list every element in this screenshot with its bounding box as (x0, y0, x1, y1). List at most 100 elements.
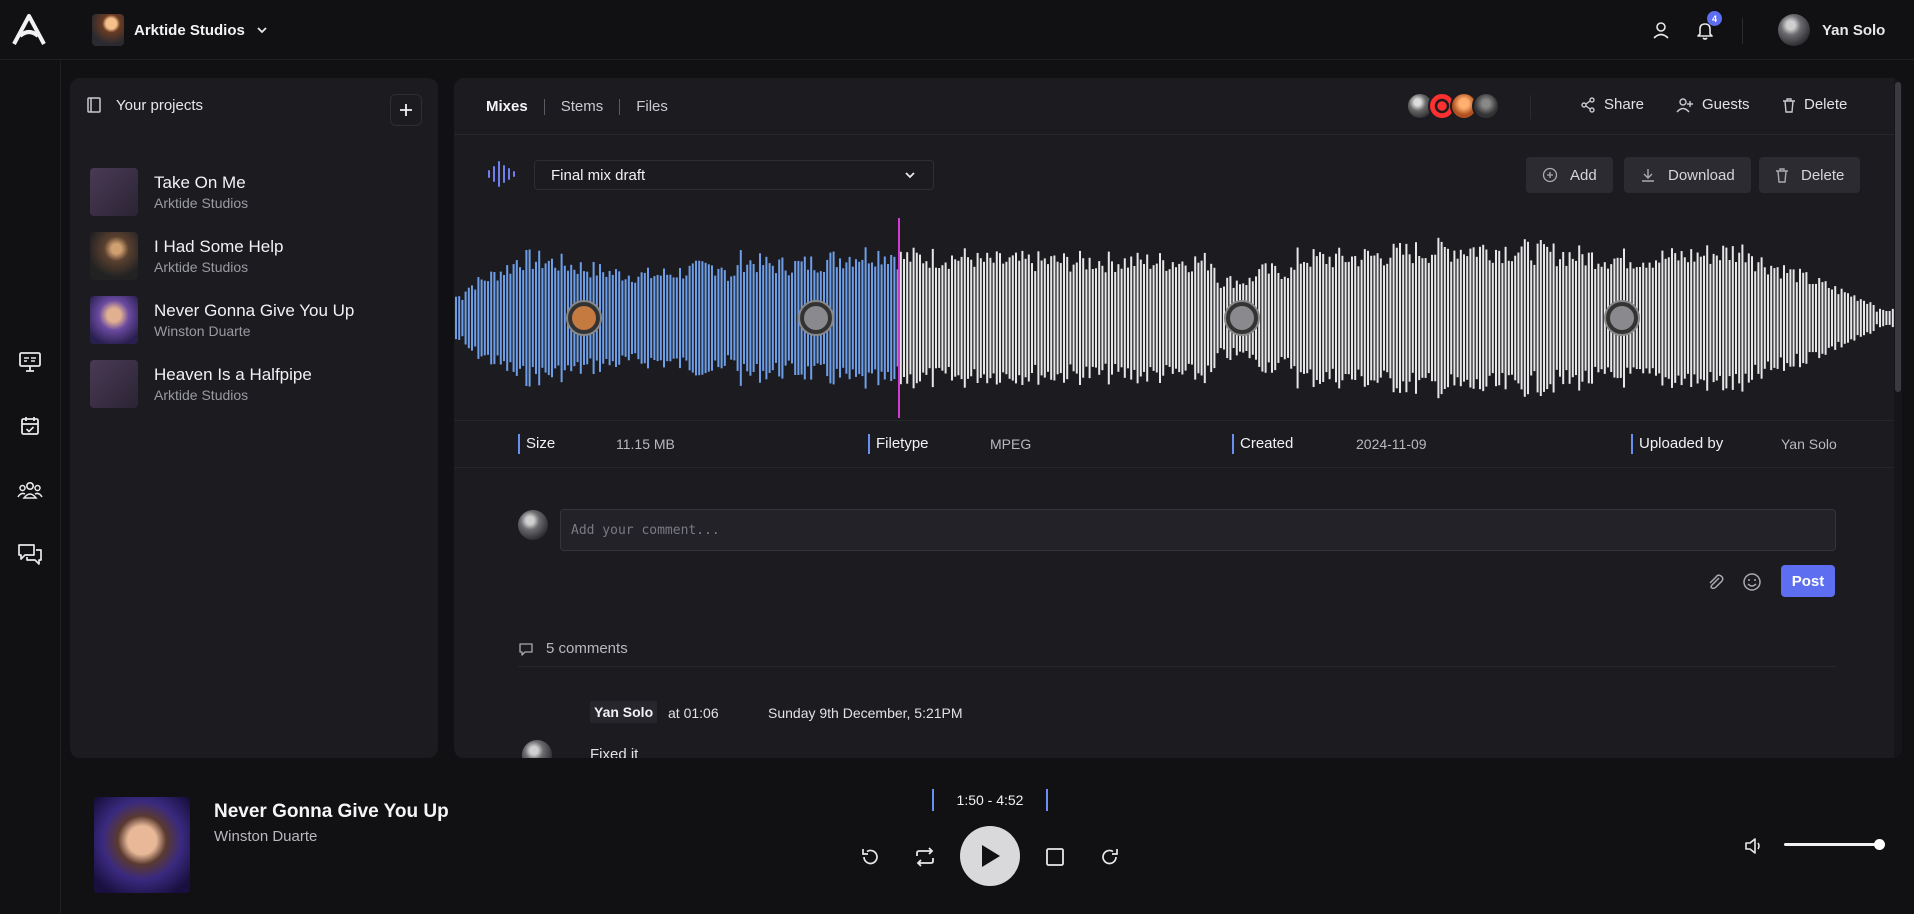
chat-icon[interactable] (16, 540, 44, 568)
waveform-bar (1834, 286, 1837, 350)
forward-icon[interactable] (1096, 843, 1124, 871)
project-item[interactable]: Heaven Is a Halfpipe Arktide Studios (90, 356, 420, 412)
attach-icon[interactable] (1703, 570, 1727, 594)
waveform-bar (765, 256, 768, 380)
waveform-bar (1066, 256, 1069, 380)
repeat-icon[interactable] (911, 843, 939, 871)
download-button[interactable]: Download (1624, 157, 1751, 193)
team-icon[interactable] (16, 476, 44, 504)
project-item[interactable]: I Had Some Help Arktide Studios (90, 228, 420, 284)
time-display: 1:50 - 4:52 (932, 789, 1048, 811)
waveform[interactable] (454, 218, 1902, 418)
waveform-bar (1789, 269, 1792, 367)
dashboard-icon[interactable] (16, 348, 44, 376)
share-button[interactable]: Share (1580, 96, 1644, 113)
waveform-bar (1517, 252, 1520, 384)
waveform-bar (1159, 253, 1161, 383)
volume-slider[interactable] (1784, 843, 1880, 846)
waveform-bar (1591, 252, 1593, 384)
waveform-bar (499, 271, 502, 365)
rewind-icon[interactable] (856, 843, 884, 871)
waveform-bar (1037, 251, 1040, 385)
project-item[interactable]: Take On Me Arktide Studios (90, 164, 420, 220)
waveform-bar (707, 264, 710, 372)
meta-separator (454, 467, 1902, 468)
projects-panel: Your projects Take On Me Arktide Studios … (70, 78, 438, 758)
tab-stems[interactable]: Stems (543, 99, 620, 115)
waveform-bar (1831, 289, 1833, 347)
add-project-button[interactable] (390, 94, 422, 126)
waveform-bar (1213, 267, 1216, 369)
app-logo[interactable] (10, 12, 48, 48)
waveform-bar (1539, 240, 1542, 396)
user-name: Yan Solo (1822, 21, 1886, 39)
waveform-bar (1152, 265, 1155, 371)
waveform-bar (1703, 255, 1705, 381)
user-menu[interactable]: Yan Solo (1778, 14, 1885, 46)
waveform-bar (733, 275, 736, 361)
bell-icon[interactable]: 4 (1692, 11, 1722, 43)
waveform-bar (839, 258, 841, 378)
waveform-bar (483, 280, 486, 356)
waveform-bar (1354, 256, 1357, 380)
mix-selector-value: Final mix draft (551, 166, 646, 184)
delete-project-button[interactable]: Delete (1782, 96, 1847, 113)
waveform-bar (1568, 252, 1571, 384)
waveform-bar (650, 278, 653, 358)
waveform-bar (1552, 243, 1555, 393)
waveform-bar (1040, 260, 1043, 376)
comment-author[interactable]: Yan Solo (590, 701, 658, 723)
scrollbar-thumb[interactable] (1895, 82, 1901, 392)
waveform-bar (477, 277, 480, 359)
waveform-bar (487, 281, 489, 355)
waveform-bar (695, 260, 697, 376)
waveform-bar (867, 263, 870, 373)
comment-input[interactable] (560, 509, 1836, 551)
waveform-bar (1562, 252, 1565, 385)
waveform-bar (919, 254, 921, 382)
waveform-bar (1091, 269, 1094, 367)
waveform-bar (736, 265, 739, 371)
emoji-icon[interactable] (1740, 570, 1764, 594)
waveform-bar (1811, 284, 1814, 353)
uploaded-by-label: Uploaded by (1631, 434, 1723, 454)
studio-switcher[interactable]: Arktide Studios (92, 13, 269, 47)
stop-icon[interactable] (1041, 843, 1069, 871)
waveform-bar (1715, 255, 1718, 381)
trash-icon (1775, 167, 1789, 183)
waveform-bar (1459, 249, 1462, 387)
waveform-bar (1338, 247, 1341, 389)
waveform-bar (1075, 262, 1078, 374)
volume-icon[interactable] (1742, 833, 1768, 859)
waveform-bar (775, 273, 777, 363)
waveform-bar (1283, 276, 1286, 360)
marker-avatar (1230, 306, 1254, 330)
calendar-icon[interactable] (16, 412, 44, 440)
waveform-bar (1475, 256, 1478, 380)
add-mix-button[interactable]: Add (1526, 157, 1613, 193)
plus-icon (398, 102, 414, 118)
collaborator-avatars[interactable] (1406, 92, 1500, 120)
post-button[interactable]: Post (1781, 565, 1835, 597)
waveform-bar (1699, 256, 1702, 380)
waveform-bar (1178, 263, 1181, 373)
waveform-bar (675, 277, 678, 359)
comment-timestamp[interactable]: at 01:06 (668, 705, 719, 721)
tab-mixes[interactable]: Mixes (486, 99, 544, 115)
waveform-bar (1085, 269, 1088, 367)
mix-selector[interactable]: Final mix draft (534, 160, 934, 190)
waveform-bar (560, 253, 563, 383)
volume-slider-thumb[interactable] (1874, 839, 1885, 850)
waveform-bar (1495, 249, 1497, 387)
waveform-bar (1296, 247, 1299, 389)
trash-icon (1782, 97, 1796, 113)
waveform-bar (1754, 271, 1757, 365)
project-title: Never Gonna Give You Up (154, 301, 355, 320)
tab-files[interactable]: Files (619, 99, 684, 115)
guests-button[interactable]: Guests (1676, 96, 1750, 113)
delete-mix-button[interactable]: Delete (1759, 157, 1861, 193)
play-button[interactable] (960, 826, 1020, 886)
waveform-bar (1879, 308, 1881, 328)
profile-icon[interactable] (1648, 17, 1674, 43)
project-item[interactable]: Never Gonna Give You Up Winston Duarte (90, 292, 420, 348)
